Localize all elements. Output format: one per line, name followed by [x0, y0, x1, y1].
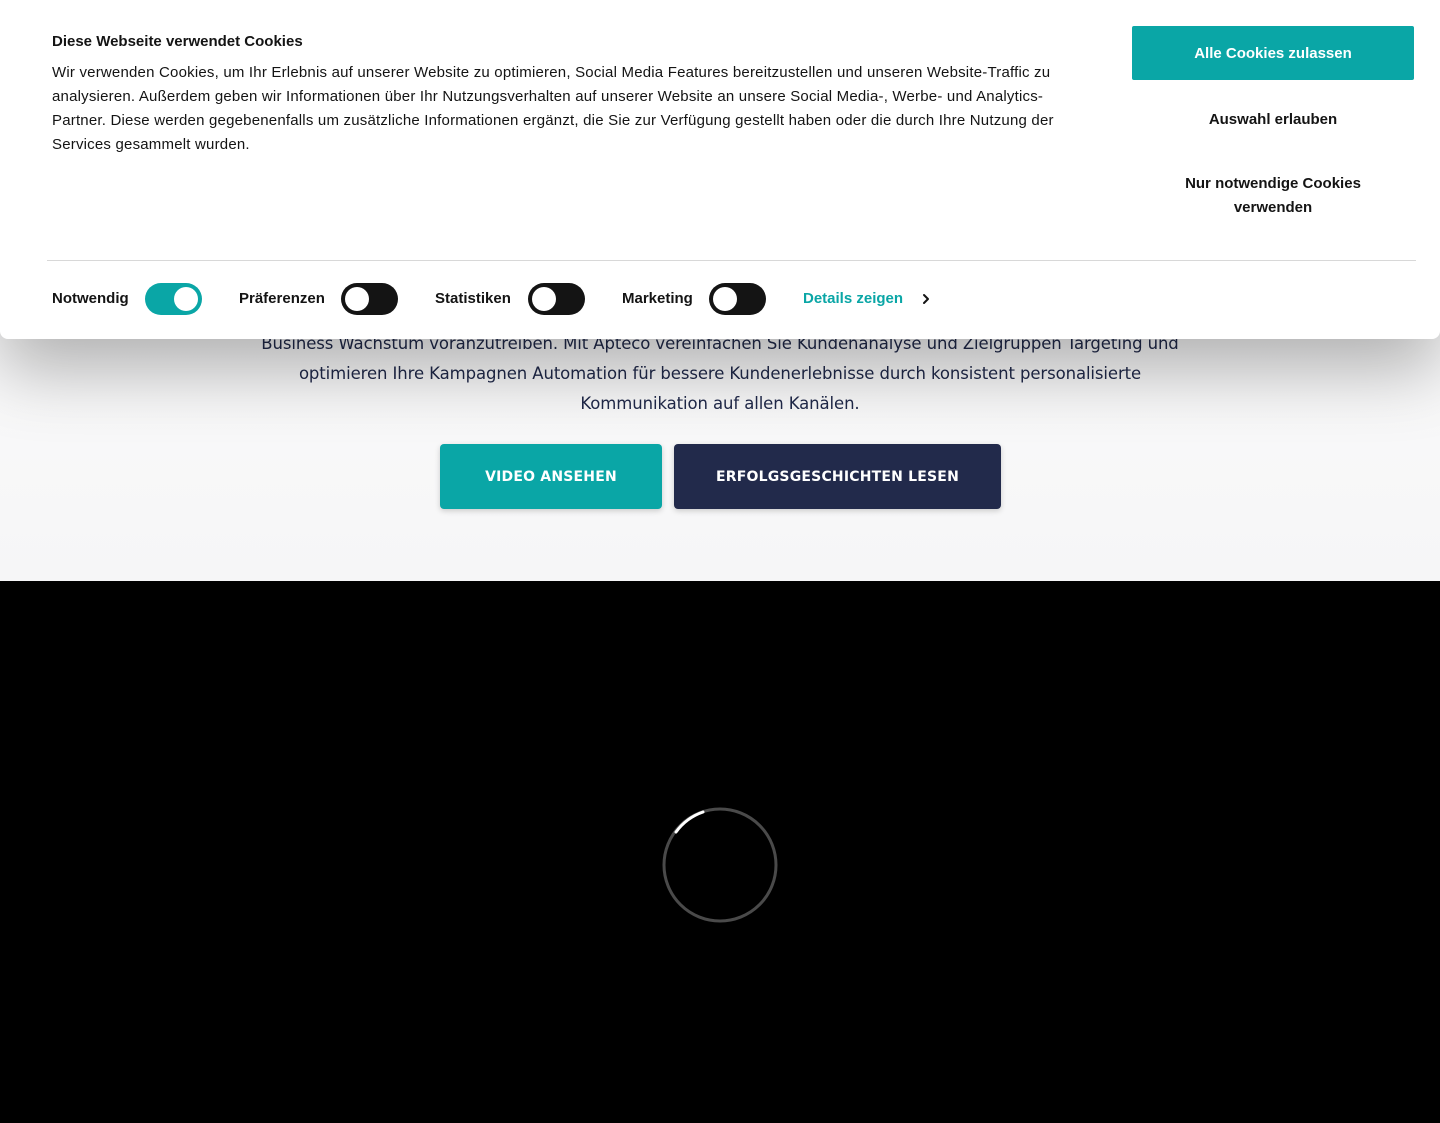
cookie-banner-description: Wir verwenden Cookies, um Ihr Erlebnis a…: [52, 64, 1054, 153]
watch-video-button[interactable]: VIDEO ANSEHEN: [440, 444, 662, 509]
allow-all-cookies-button[interactable]: Alle Cookies zulassen: [1132, 26, 1414, 80]
read-success-stories-button[interactable]: ERFOLGSGESCHICHTEN LESEN: [674, 444, 1001, 509]
necessary-cookies-only-label-line-2: verwenden: [1233, 199, 1313, 216]
toggle-marketing[interactable]: [709, 283, 766, 315]
video-player[interactable]: [0, 581, 1440, 1123]
loading-spinner-icon: [662, 807, 778, 923]
toggle-label-marketing: Marketing: [622, 290, 693, 307]
cookie-banner-title: Diese Webseite verwendet Cookies: [52, 33, 303, 50]
page: Business Wachstum voranzutreiben. Mit Ap…: [0, 0, 1440, 1123]
hero-description: Business Wachstum voranzutreiben. Mit Ap…: [240, 329, 1200, 419]
toggle-knob: [174, 287, 198, 311]
toggle-knob: [532, 287, 556, 311]
toggle-statistics[interactable]: [528, 283, 585, 315]
chevron-right-icon[interactable]: [920, 293, 932, 305]
toggle-label-preferences: Präferenzen: [239, 290, 325, 307]
show-details-link[interactable]: Details zeigen: [803, 290, 903, 307]
hero-description-line-2: optimieren Ihre Kampagnen Automation für…: [298, 364, 1142, 383]
cookie-banner-divider: [47, 260, 1416, 261]
necessary-cookies-only-label-line-1: Nur notwendige Cookies: [1185, 175, 1361, 192]
necessary-cookies-only-button[interactable]: Nur notwendige Cookies verwenden: [1132, 168, 1414, 224]
toggle-knob: [345, 287, 369, 311]
toggle-knob: [713, 287, 737, 311]
cookie-consent-banner: Diese Webseite verwendet Cookies Wir ver…: [0, 0, 1440, 339]
toggle-necessary[interactable]: [145, 283, 202, 315]
toggle-label-necessary: Notwendig: [52, 290, 129, 307]
hero-description-line-3: Kommunikation auf allen Kanälen.: [580, 394, 860, 413]
allow-selection-button[interactable]: Auswahl erlauben: [1132, 92, 1414, 146]
toggle-preferences[interactable]: [341, 283, 398, 315]
toggle-label-statistics: Statistiken: [435, 290, 511, 307]
hero-buttons: VIDEO ANSEHEN ERFOLGSGESCHICHTEN LESEN: [0, 444, 1440, 509]
